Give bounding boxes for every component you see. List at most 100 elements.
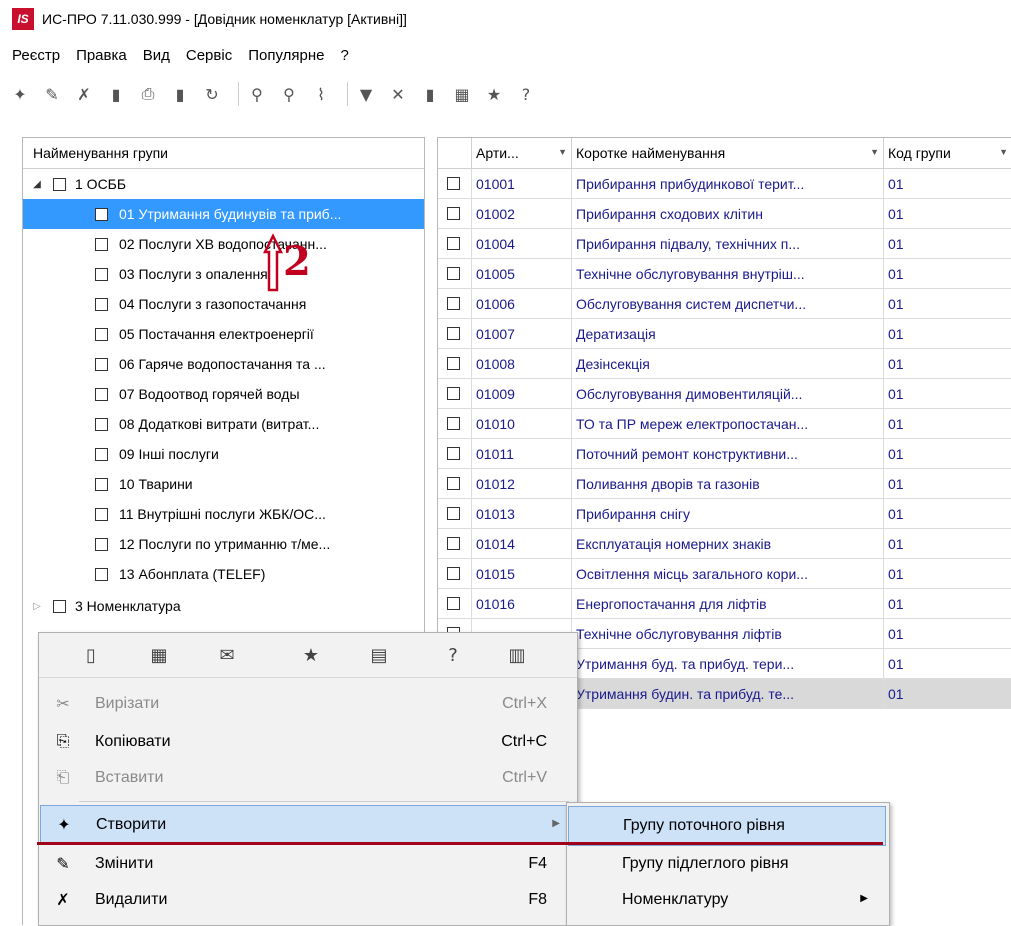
checkbox[interactable] xyxy=(447,327,460,340)
checkbox[interactable] xyxy=(95,357,108,371)
copy-menu-item[interactable]: ⎘ Копіювати Ctrl+C xyxy=(40,723,575,763)
tree-item-10[interactable]: 10 Тварини xyxy=(23,469,424,499)
table-row[interactable]: 01001 Прибирання прибудинкової терит... 01 xyxy=(438,169,1011,199)
tree-item-12[interactable]: 12 Послуги по утриманню т/ме... xyxy=(23,529,424,559)
tree-item-02[interactable]: 02 Послуги ХВ водопостачанн... xyxy=(23,229,424,259)
sort-icon[interactable]: ▼ xyxy=(999,147,1008,157)
expand-icon[interactable]: ▷ xyxy=(31,601,43,612)
checkbox[interactable] xyxy=(95,417,108,431)
refresh-icon[interactable]: ↻ xyxy=(200,82,224,106)
submenu-item-nomenclature[interactable]: Номенклатуру ▶ xyxy=(568,881,886,921)
table-row[interactable]: 01007 Дератизація 01 xyxy=(438,319,1011,349)
create-menu-item[interactable]: ✦ Створити ▶ xyxy=(40,805,575,845)
tree-item-07[interactable]: 07 Водоотвод горячей воды xyxy=(23,379,424,409)
search-icon[interactable]: ⚲ xyxy=(245,82,269,106)
tree-item-06[interactable]: 06 Гаряче водопостачання та ... xyxy=(23,349,424,379)
table-row[interactable]: 01016 Енергопостачання для ліфтів 01 xyxy=(438,589,1011,619)
tree-item-nomenclature[interactable]: ▷ 3 Номенклатура xyxy=(23,591,424,621)
table-row[interactable]: 01004 Прибирання підвалу, технічних п... 0… xyxy=(438,229,1011,259)
collapse-icon[interactable]: ◢ xyxy=(31,179,43,190)
create-icon[interactable]: ✦ xyxy=(8,82,32,106)
checkbox[interactable] xyxy=(447,447,460,460)
tree-item-01[interactable]: 01 Утримання будинувів та приб... xyxy=(23,199,424,229)
checkbox[interactable] xyxy=(447,207,460,220)
column-header-short-name[interactable]: Коротке найменування ▼ xyxy=(572,138,884,168)
table-row[interactable]: 01005 Технічне обслуговування внутріш... 0… xyxy=(438,259,1011,289)
tree-item-03[interactable]: 03 Послуги з опалення xyxy=(23,259,424,289)
checkbox[interactable] xyxy=(447,537,460,550)
checkbox[interactable] xyxy=(95,237,108,251)
tree-item-13[interactable]: 13 Абонплата (TELEF) xyxy=(23,559,424,589)
paste-menu-item[interactable]: ⎗ Вставити Ctrl+V xyxy=(40,759,575,799)
checkbox[interactable] xyxy=(95,567,108,581)
table-row[interactable]: 01014 Експлуатація номерних знаків 01 xyxy=(438,529,1011,559)
checkbox[interactable] xyxy=(95,387,108,401)
print-icon[interactable]: ⎙ xyxy=(136,82,160,106)
submenu-item-sublevel-group[interactable]: Групу підлеглого рівня xyxy=(568,845,886,885)
table-row[interactable]: 01013 Прибирання снігу 01 xyxy=(438,499,1011,529)
checkbox[interactable] xyxy=(447,177,460,190)
checkbox[interactable] xyxy=(95,267,108,281)
tree-item-08[interactable]: 08 Додаткові витрати (витрат... xyxy=(23,409,424,439)
edit-icon[interactable]: ✎ xyxy=(40,82,64,106)
checkbox[interactable] xyxy=(447,297,460,310)
table-row[interactable]: 01012 Поливання дворів та газонів 01 xyxy=(438,469,1011,499)
menu-help[interactable]: ? xyxy=(340,47,348,64)
clear-filter-icon[interactable]: ✕ xyxy=(386,82,410,106)
submenu-item-current-level-group[interactable]: Групу поточного рівня xyxy=(568,806,886,846)
checkbox[interactable] xyxy=(53,599,66,613)
tree-item-05[interactable]: 05 Постачання електроенергії xyxy=(23,319,424,349)
checkbox[interactable] xyxy=(447,477,460,490)
checkbox[interactable] xyxy=(447,567,460,580)
star-icon[interactable]: ★ xyxy=(482,82,506,106)
tree-item-osbb[interactable]: ◢ 1 ОСББ xyxy=(23,169,424,199)
menu-view[interactable]: Вид xyxy=(143,47,170,64)
calendar-icon[interactable]: ▦ xyxy=(145,641,173,669)
table-row[interactable]: 01002 Прибирання сходових клітин 01 xyxy=(438,199,1011,229)
mail-icon[interactable]: ✉ xyxy=(213,641,241,669)
menu-edit[interactable]: Правка xyxy=(76,47,127,64)
table-row[interactable]: 01006 Обслуговування систем диспетчи... 01 xyxy=(438,289,1011,319)
grid-settings-icon[interactable]: ▦ xyxy=(450,82,474,106)
checkbox[interactable] xyxy=(447,387,460,400)
checkbox[interactable] xyxy=(95,477,108,491)
star-icon[interactable]: ★ xyxy=(297,641,325,669)
tree-item-04[interactable]: 04 Послуги з газопостачання xyxy=(23,289,424,319)
column-header-group-code[interactable]: Код групи ▼ xyxy=(884,138,1011,168)
grid-settings-icon[interactable]: ▥ xyxy=(503,641,531,669)
table-row[interactable]: 01008 Дезінсекція 01 xyxy=(438,349,1011,379)
table-row[interactable]: 01011 Поточний ремонт конструктивни... 01 xyxy=(438,439,1011,469)
menu-service[interactable]: Сервіс xyxy=(186,47,232,64)
checkbox[interactable] xyxy=(95,207,108,221)
checkbox[interactable] xyxy=(95,537,108,551)
table-row[interactable]: 01009 Обслуговування димовентиляцій... 01 xyxy=(438,379,1011,409)
cut-menu-item[interactable]: ✂ Вирізати Ctrl+X xyxy=(40,685,575,725)
tree-item-09[interactable]: 09 Інші послуги xyxy=(23,439,424,469)
checkbox[interactable] xyxy=(447,507,460,520)
checkbox[interactable] xyxy=(447,357,460,370)
delete-menu-item[interactable]: ✗ Видалити F8 xyxy=(40,881,575,921)
table-row[interactable]: 01015 Освітлення місць загального кори...… xyxy=(438,559,1011,589)
tree-item-11[interactable]: 11 Внутрішні послуги ЖБК/ОС... xyxy=(23,499,424,529)
checkbox[interactable] xyxy=(95,507,108,521)
help-icon[interactable]: ? xyxy=(439,641,467,669)
search-next-icon[interactable]: ⚲ xyxy=(277,82,301,106)
help-icon[interactable]: ? xyxy=(514,82,538,106)
checkbox[interactable] xyxy=(95,327,108,341)
filter-icon[interactable]: ▼ xyxy=(354,82,378,106)
menu-registry[interactable]: Реєстр xyxy=(12,47,60,64)
checkbox[interactable] xyxy=(53,177,66,191)
checkbox[interactable] xyxy=(95,297,108,311)
edit-menu-item[interactable]: ✎ Змінити F4 xyxy=(40,845,575,885)
checkbox[interactable] xyxy=(95,447,108,461)
table-row[interactable]: 01010 ТО та ПР мереж електропостачан... 01 xyxy=(438,409,1011,439)
sort-icon[interactable]: ▼ xyxy=(558,147,567,157)
export-icon[interactable]: ▮ xyxy=(168,82,192,106)
attach-icon[interactable]: ⌇ xyxy=(309,82,333,106)
delete-icon[interactable]: ✗ xyxy=(72,82,96,106)
document-icon[interactable]: ▤ xyxy=(365,641,393,669)
copy-icon[interactable]: ▮ xyxy=(104,82,128,106)
checkbox[interactable] xyxy=(447,237,460,250)
column-icon[interactable]: ▮ xyxy=(418,82,442,106)
checkbox[interactable] xyxy=(447,267,460,280)
